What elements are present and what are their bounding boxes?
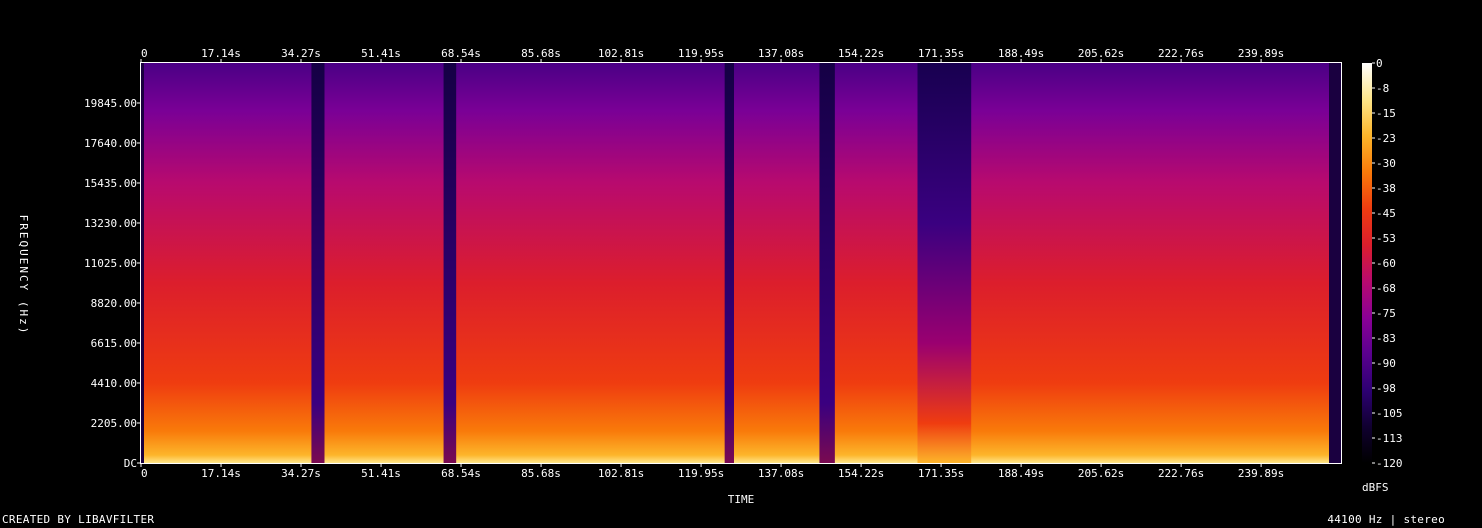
x-tick-label: 102.81s bbox=[598, 47, 644, 60]
colorbar-tick-label: -113 bbox=[1376, 432, 1403, 445]
quiet-segment bbox=[311, 63, 325, 463]
y-tick-label: 17640.00 bbox=[84, 137, 137, 150]
x-axis-top: 0 17.14s 34.27s 51.41s 68.54s 85.68s 102.81s 11… bbox=[140, 47, 1284, 63]
x-tick-label: 17.14s bbox=[201, 47, 241, 60]
y-tick-label: DC bbox=[124, 457, 137, 470]
colorbar-tick-label: -120 bbox=[1376, 457, 1403, 470]
x-axis-label: TIME bbox=[728, 493, 755, 506]
colorbar-label: dBFS bbox=[1362, 481, 1389, 494]
x-tick-label: 239.89s bbox=[1238, 467, 1284, 480]
y-tick-label: 4410.00 bbox=[91, 377, 137, 390]
colorbar-tick-label: -38 bbox=[1376, 182, 1396, 195]
y-tick-label: 19845.00 bbox=[84, 97, 137, 110]
footer-audio-info: 44100 Hz | stereo bbox=[1327, 513, 1445, 526]
colorbar-tick-label: -53 bbox=[1376, 232, 1396, 245]
spectrogram-plot-area bbox=[141, 63, 1341, 463]
x-tick-label: 68.54s bbox=[441, 47, 481, 60]
x-tick-label: 137.08s bbox=[758, 47, 804, 60]
x-tick-label: 0 bbox=[141, 467, 148, 480]
y-axis-label: FREQUENCY (Hz) bbox=[17, 215, 30, 336]
x-tick-label: 205.62s bbox=[1078, 467, 1124, 480]
y-tick-label: 8820.00 bbox=[91, 297, 137, 310]
x-tick-label: 0 bbox=[141, 47, 148, 60]
y-axis: DC 2205.00 4410.00 6615.00 8820.00 11025.00 13… bbox=[84, 97, 141, 470]
x-tick-label: 34.27s bbox=[281, 467, 321, 480]
x-tick-label: 137.08s bbox=[758, 467, 804, 480]
y-tick-label: 13230.00 bbox=[84, 217, 137, 230]
colorbar-tick-label: -60 bbox=[1376, 257, 1396, 270]
x-tick-label: 154.22s bbox=[838, 467, 884, 480]
x-tick-label: 85.68s bbox=[521, 47, 561, 60]
y-tick-label: 15435.00 bbox=[84, 177, 137, 190]
x-tick-label: 188.49s bbox=[998, 47, 1044, 60]
x-tick-label: 239.89s bbox=[1238, 47, 1284, 60]
x-tick-label: 222.76s bbox=[1158, 47, 1204, 60]
x-tick-label: 102.81s bbox=[598, 467, 644, 480]
x-tick-label: 171.35s bbox=[918, 467, 964, 480]
colorbar-tick-label: -90 bbox=[1376, 357, 1396, 370]
x-tick-label: 119.95s bbox=[678, 467, 724, 480]
colorbar-tick-label: -23 bbox=[1376, 132, 1396, 145]
x-axis-bottom: 0 17.14s 34.27s 51.41s 68.54s 85.68s 102.81s 11… bbox=[140, 463, 1284, 480]
colorbar-tick-label: -68 bbox=[1376, 282, 1396, 295]
x-tick-label: 171.35s bbox=[918, 47, 964, 60]
x-tick-label: 85.68s bbox=[521, 467, 561, 480]
x-tick-label: 205.62s bbox=[1078, 47, 1124, 60]
colorbar-tick-label: -83 bbox=[1376, 332, 1396, 345]
colorbar-tick-label: -8 bbox=[1376, 82, 1389, 95]
spectrogram-chart: 0 17.14s 34.27s 51.41s 68.54s 85.68s 102.81s 11… bbox=[17, 47, 1403, 506]
x-tick-label: 17.14s bbox=[201, 467, 241, 480]
colorbar: 0 -8 -15 -23 -30 -38 -45 -53 -60 -68 -75 -83 -90 -98 -… bbox=[1362, 57, 1403, 470]
x-tick-label: 34.27s bbox=[281, 47, 321, 60]
x-tick-label: 51.41s bbox=[361, 47, 401, 60]
quiet-segment bbox=[819, 63, 835, 463]
x-tick-label: 188.49s bbox=[998, 467, 1044, 480]
colorbar-gradient bbox=[1362, 63, 1372, 463]
colorbar-tick-label: -45 bbox=[1376, 207, 1396, 220]
x-tick-label: 68.54s bbox=[441, 467, 481, 480]
colorbar-tick-label: -75 bbox=[1376, 307, 1396, 320]
colorbar-tick-label: 0 bbox=[1376, 57, 1383, 70]
colorbar-tick-label: -15 bbox=[1376, 107, 1396, 120]
spectrogram-start-edge bbox=[141, 63, 144, 463]
y-tick-label: 11025.00 bbox=[84, 257, 137, 270]
y-tick-label: 2205.00 bbox=[91, 417, 137, 430]
sparse-segment bbox=[917, 63, 972, 463]
colorbar-tick-label: -30 bbox=[1376, 157, 1396, 170]
colorbar-tick-label: -98 bbox=[1376, 382, 1396, 395]
x-tick-label: 154.22s bbox=[838, 47, 884, 60]
footer-credit: CREATED BY LIBAVFILTER bbox=[2, 513, 155, 526]
x-tick-label: 119.95s bbox=[678, 47, 724, 60]
y-tick-label: 6615.00 bbox=[91, 337, 137, 350]
x-tick-label: 222.76s bbox=[1158, 467, 1204, 480]
quiet-segment bbox=[724, 63, 734, 463]
colorbar-tick-label: -105 bbox=[1376, 407, 1403, 420]
x-tick-label: 51.41s bbox=[361, 467, 401, 480]
quiet-segment bbox=[443, 63, 457, 463]
spectrogram-end-edge bbox=[1329, 63, 1341, 463]
